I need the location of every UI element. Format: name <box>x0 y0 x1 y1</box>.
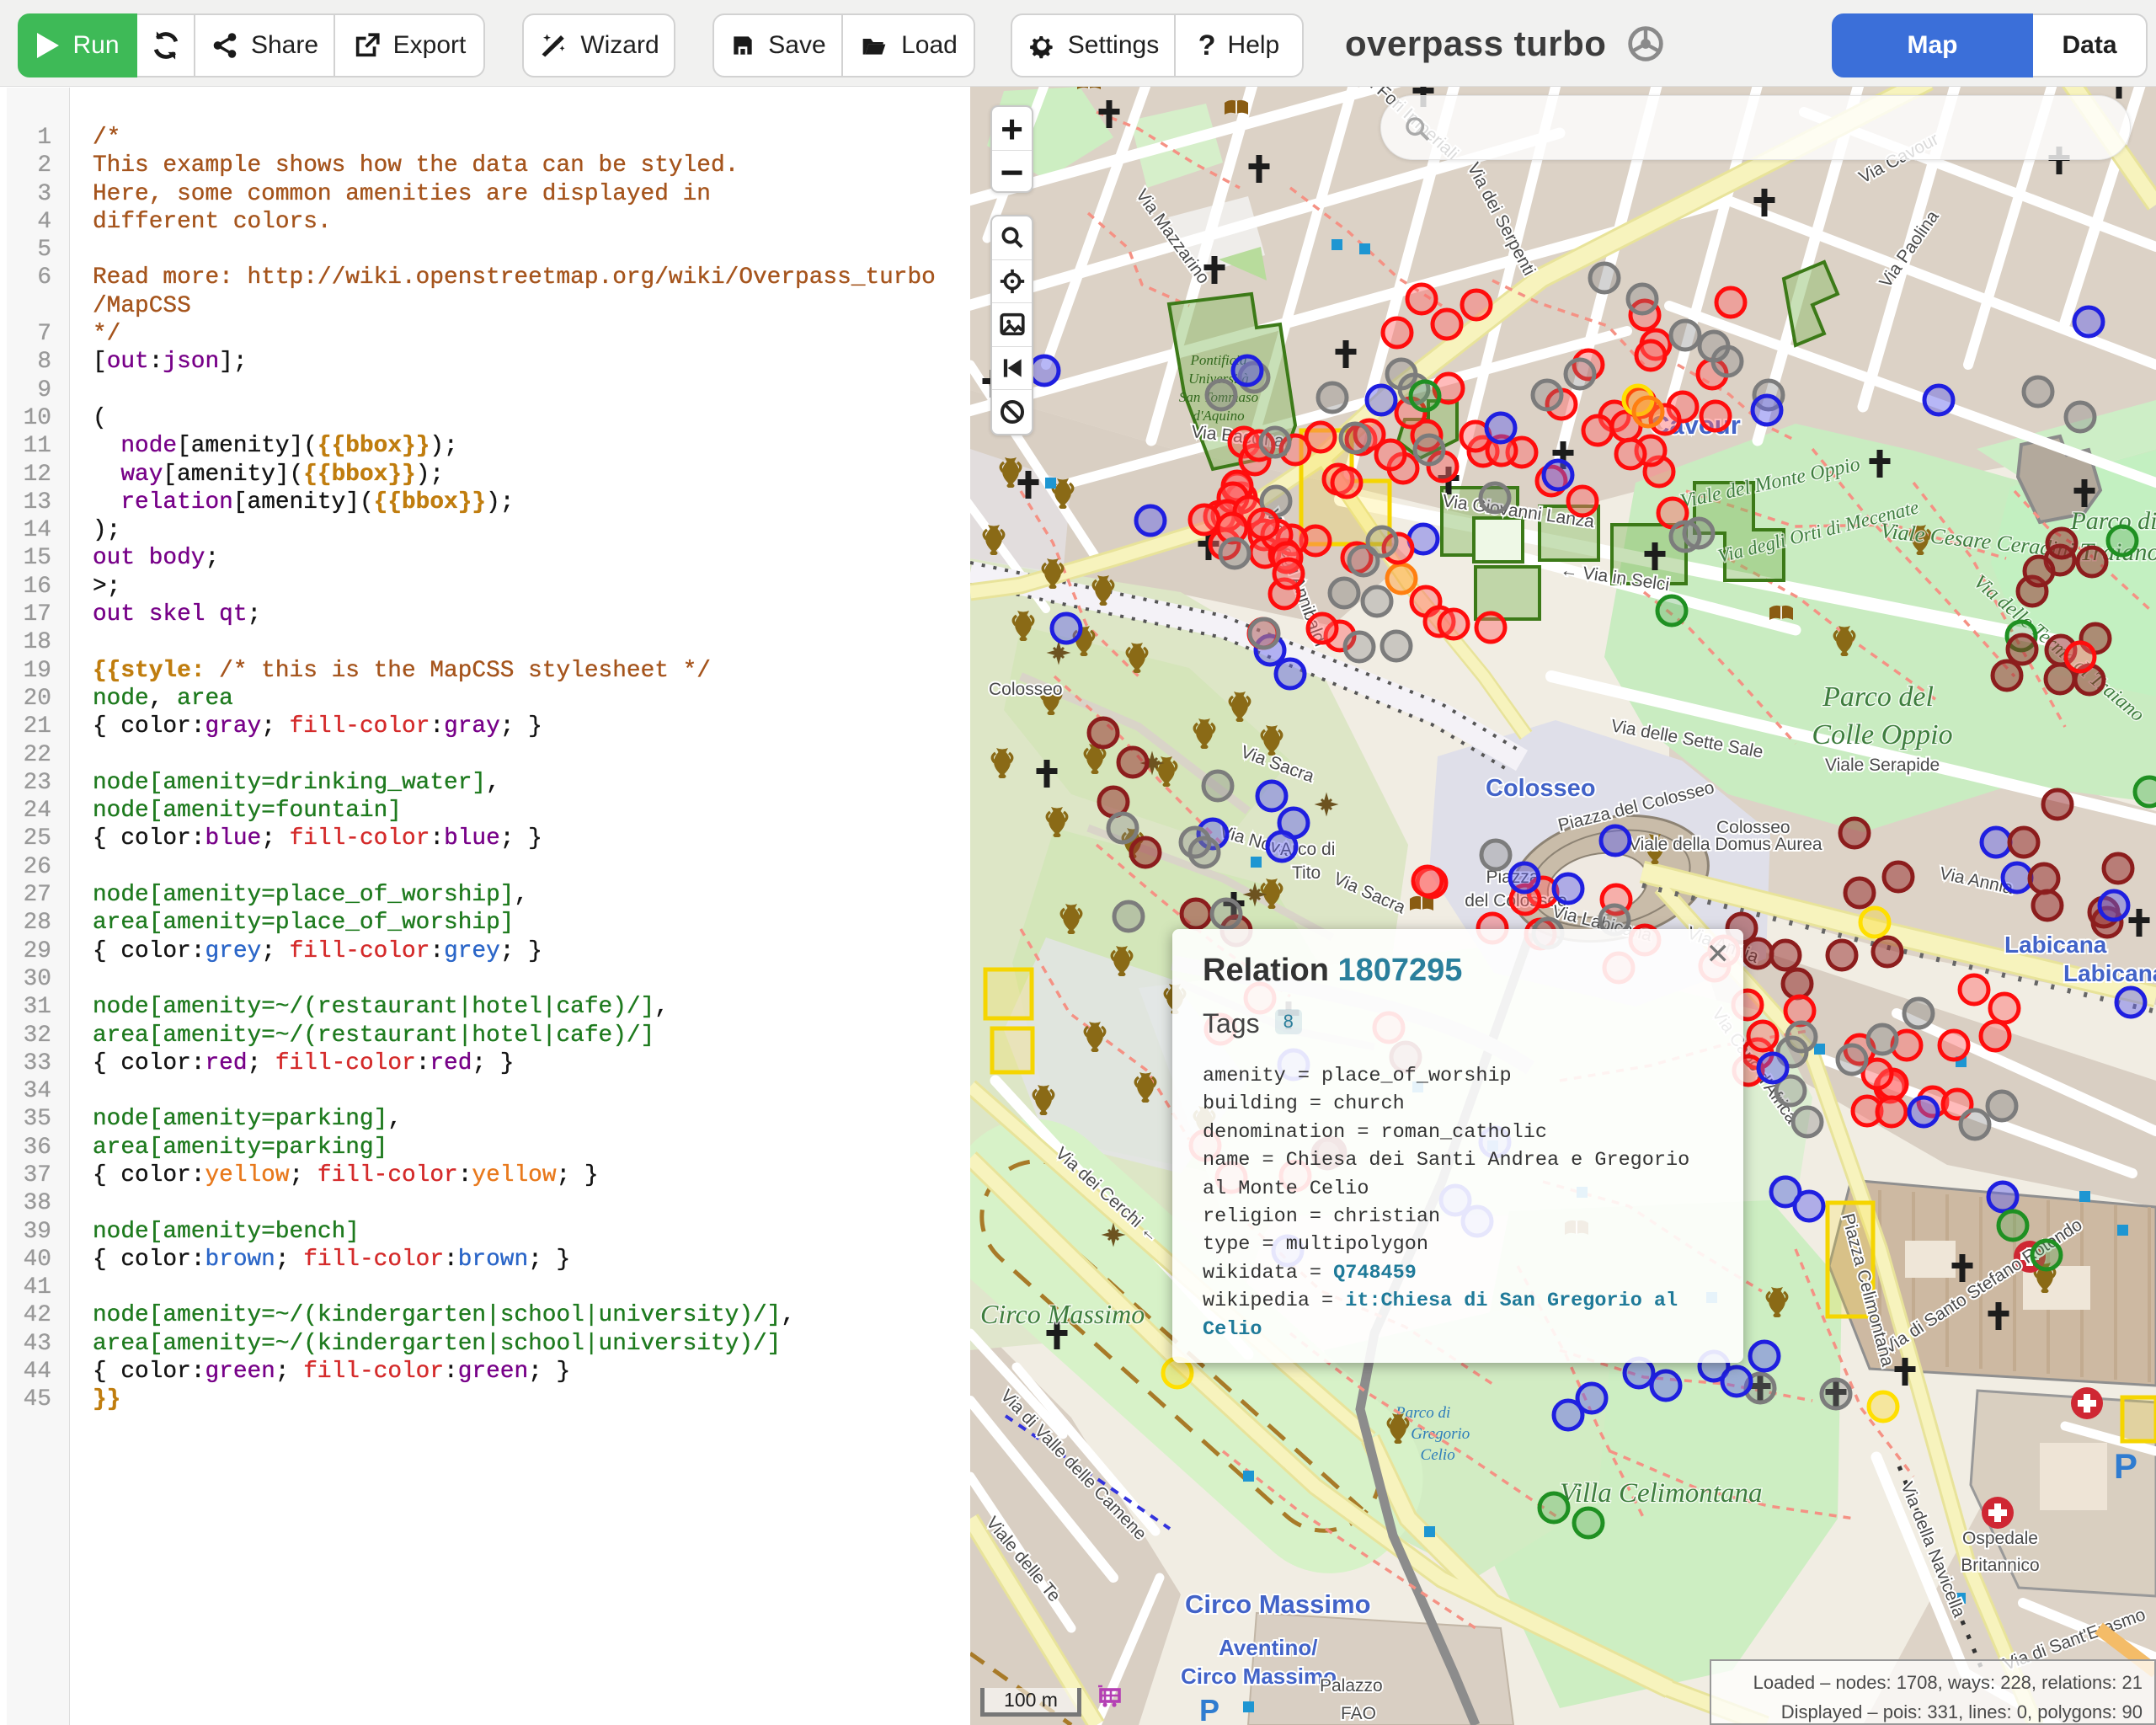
svg-text:Colosseo: Colosseo <box>989 680 1063 699</box>
svg-text:Labicana: Labicana <box>2063 960 2156 986</box>
svg-text:P: P <box>2114 1446 2137 1486</box>
svg-text:Palazzo: Palazzo <box>1320 1676 1383 1696</box>
svg-text:Tito: Tito <box>1292 863 1321 883</box>
svg-text:Viale Serapide: Viale Serapide <box>1825 756 1940 775</box>
svg-text:P: P <box>1199 1693 1219 1725</box>
svg-text:Circo Massimo: Circo Massimo <box>1185 1589 1371 1619</box>
svg-text:Villa Celimontana: Villa Celimontana <box>1560 1478 1762 1509</box>
svg-text:Labicana: Labicana <box>2004 932 2107 958</box>
svg-text:Circo Massimo: Circo Massimo <box>1181 1664 1337 1689</box>
svg-text:Ospedale: Ospedale <box>1962 1529 2038 1548</box>
svg-text:Colosseo: Colosseo <box>1486 775 1596 802</box>
svg-text:Aventino/: Aventino/ <box>1219 1635 1317 1660</box>
svg-text:FAO: FAO <box>1341 1704 1376 1723</box>
svg-text:Britannico: Britannico <box>1961 1556 2039 1575</box>
svg-text:Viale della Domus Aurea: Viale della Domus Aurea <box>1629 835 1822 854</box>
svg-text:Colle Oppio: Colle Oppio <box>1812 719 1952 750</box>
svg-text:Circo Massimo: Circo Massimo <box>980 1299 1145 1329</box>
svg-text:Parco del: Parco del <box>1822 681 1934 713</box>
svg-text:Colosseo: Colosseo <box>1716 818 1790 837</box>
